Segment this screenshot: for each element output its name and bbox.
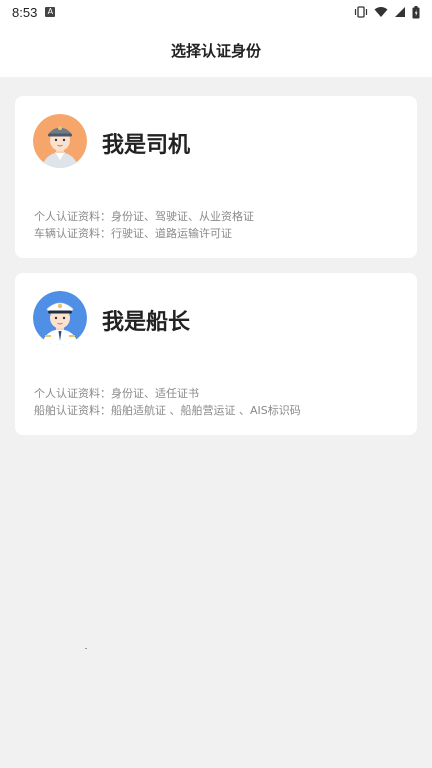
captain-avatar-icon xyxy=(33,291,87,345)
battery-icon xyxy=(412,5,420,18)
captain-personal-requirements: 个人认证资料：身份证、适任证书 xyxy=(34,387,199,400)
status-bar: 8:53 A xyxy=(0,0,432,24)
captain-role-title: 我是船长 xyxy=(102,310,191,335)
header: 选择认证身份 xyxy=(0,24,432,77)
captain-vessel-requirements: 船舶认证资料：船舶适航证 、船舶营运证 、AIS标识码 xyxy=(34,404,301,417)
wifi-icon xyxy=(374,7,388,17)
driver-personal-requirements: 个人认证资料：身份证、驾驶证、从业资格证 xyxy=(34,210,254,223)
captain-card[interactable]: 我是船长 个人认证资料：身份证、适任证书 船舶认证资料：船舶适航证 、船舶营运证… xyxy=(15,273,417,435)
stray-dot xyxy=(85,648,87,649)
status-icons xyxy=(354,5,420,19)
app-a-icon: A xyxy=(45,7,56,17)
status-time: 8:53 xyxy=(12,4,38,20)
driver-vehicle-requirements: 车辆认证资料：行驶证、道路运输许可证 xyxy=(34,227,232,240)
vibrate-icon xyxy=(354,6,368,18)
page-title: 选择认证身份 xyxy=(170,42,261,60)
driver-card[interactable]: 我是司机 个人认证资料：身份证、驾驶证、从业资格证 车辆认证资料：行驶证、道路运… xyxy=(15,96,417,258)
driver-role-title: 我是司机 xyxy=(102,133,191,158)
driver-avatar-icon xyxy=(33,114,87,168)
signal-icon xyxy=(395,7,405,17)
